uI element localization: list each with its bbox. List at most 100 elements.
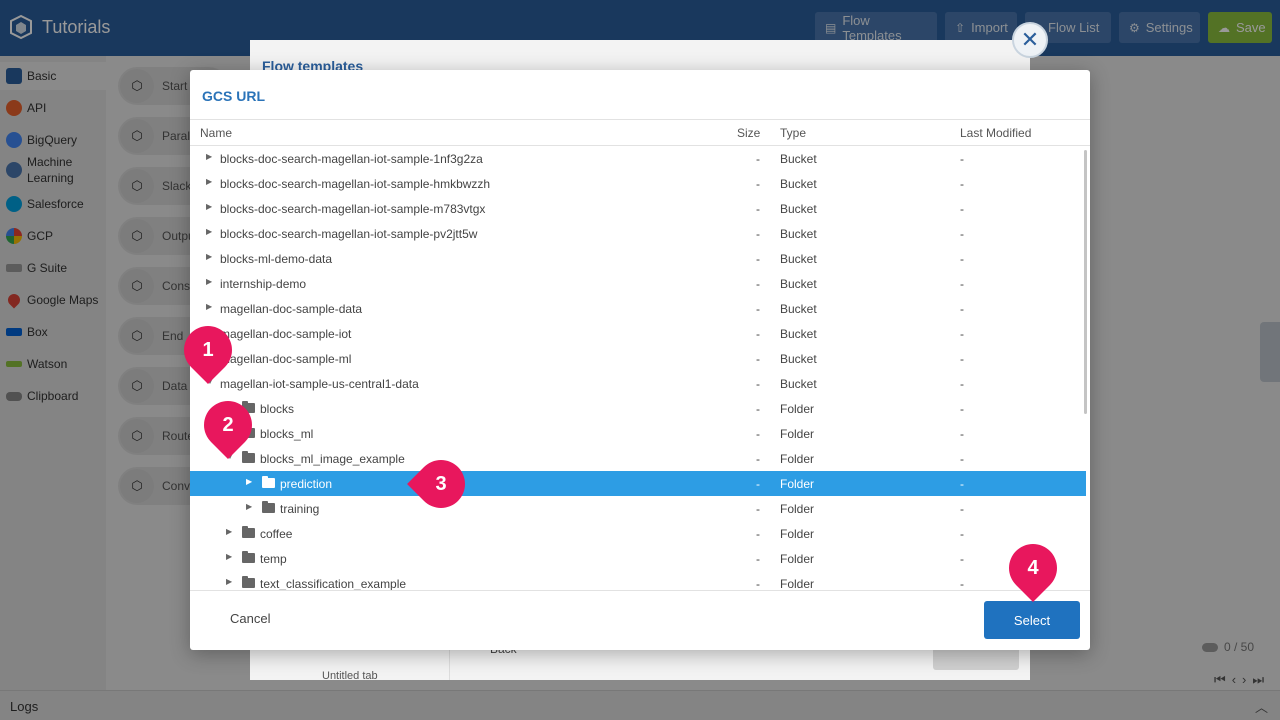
folder-icon <box>242 576 255 588</box>
row-size: - <box>756 177 760 191</box>
expand-caret-icon[interactable]: ▶ <box>206 302 212 311</box>
row-size: - <box>756 452 760 466</box>
close-icon: ✕ <box>1020 27 1040 52</box>
row-type: Bucket <box>780 227 817 241</box>
table-row[interactable]: ▶magellan-doc-sample-iot-Bucket- <box>190 321 1086 346</box>
table-row[interactable]: ▼blocks_ml_image_example-Folder- <box>190 446 1086 471</box>
column-header-name[interactable]: Name <box>200 126 232 140</box>
row-name: blocks-doc-search-magellan-iot-sample-pv… <box>220 227 478 241</box>
row-name: magellan-doc-sample-ml <box>220 352 352 366</box>
expand-caret-icon[interactable]: ▶ <box>206 177 212 186</box>
row-modified: - <box>960 202 964 216</box>
row-type: Bucket <box>780 177 817 191</box>
expand-caret-icon[interactable]: ▶ <box>206 227 212 236</box>
expand-caret-icon[interactable]: ▶ <box>206 277 212 286</box>
row-name: magellan-doc-sample-data <box>220 302 363 316</box>
table-row[interactable]: ▶ internship-demo - Bucket - <box>190 271 1086 296</box>
row-name: prediction <box>280 477 333 491</box>
table-row[interactable]: ▼magellan-iot-sample-us-central1-data-Bu… <box>190 371 1086 396</box>
row-name: blocks_ml_image_example <box>260 452 405 466</box>
table-row[interactable]: ▶blocks_ml-Folder- <box>190 421 1086 446</box>
column-header-size[interactable]: Size <box>737 126 760 140</box>
row-name: magellan-iot-sample-us-central1-data <box>220 377 419 391</box>
scrollbar[interactable] <box>1084 150 1087 414</box>
row-type: Bucket <box>780 327 817 341</box>
table-row[interactable]: ▶ coffee - Folder - <box>190 521 1086 546</box>
expand-caret-icon[interactable]: ▶ <box>246 502 252 511</box>
row-modified: - <box>960 352 964 366</box>
divider <box>190 590 1090 591</box>
row-size: - <box>756 552 760 566</box>
row-size: - <box>756 252 760 266</box>
row-modified: - <box>960 177 964 191</box>
row-type: Bucket <box>780 302 817 316</box>
column-header-type[interactable]: Type <box>780 126 806 140</box>
row-modified: - <box>960 527 964 541</box>
cancel-button[interactable]: Cancel <box>230 611 270 626</box>
close-button[interactable]: ✕ <box>1012 22 1048 58</box>
expand-caret-icon[interactable]: ▶ <box>226 577 232 586</box>
column-header-last-modified[interactable]: Last Modified <box>960 126 1031 140</box>
expand-caret-icon[interactable]: ▶ <box>206 202 212 211</box>
expand-caret-icon[interactable]: ▶ <box>206 252 212 261</box>
table-header: Name Size Type Last Modified <box>190 120 1090 146</box>
row-type: Folder <box>780 427 815 441</box>
expand-caret-icon[interactable]: ▶ <box>226 552 232 561</box>
table-row[interactable]: ▶ text_classification_example - Folder - <box>190 571 1086 596</box>
row-size: - <box>756 352 760 366</box>
callout-number: 3 <box>435 472 447 495</box>
tab-untitled[interactable]: Untitled tab <box>322 670 378 682</box>
expand-caret-icon[interactable]: ▶ <box>246 477 252 486</box>
row-type: Bucket <box>780 277 817 291</box>
row-modified: - <box>960 402 964 416</box>
file-tree: ▶ blocks-doc-search-magellan-iot-sample-1… <box>190 146 1090 660</box>
row-name: blocks_ml <box>260 427 314 441</box>
row-modified: - <box>960 302 964 316</box>
row-modified: - <box>960 152 964 166</box>
row-modified: - <box>960 427 964 441</box>
row-type: Folder <box>780 477 815 491</box>
row-name: blocks-doc-search-magellan-iot-sample-1n… <box>220 152 483 166</box>
row-type: Bucket <box>780 377 817 391</box>
row-size: - <box>756 577 760 591</box>
row-size: - <box>756 327 760 341</box>
row-modified: - <box>960 477 964 491</box>
table-row[interactable]: ▶ blocks-doc-search-magellan-iot-sample-p… <box>190 221 1086 246</box>
row-modified: - <box>960 377 964 391</box>
callout-marker-2: 2 <box>194 391 262 459</box>
table-row[interactable]: ▶ blocks-doc-search-magellan-iot-sample-m… <box>190 196 1086 221</box>
table-row[interactable]: ▶ blocks-doc-search-magellan-iot-sample-h… <box>190 171 1086 196</box>
row-size: - <box>756 377 760 391</box>
folder-icon <box>242 551 255 563</box>
row-modified: - <box>960 327 964 341</box>
callout-marker-3: 3 <box>407 450 475 518</box>
table-row[interactable]: ▶ magellan-doc-sample-data - Bucket - <box>190 296 1086 321</box>
folder-icon <box>242 526 255 538</box>
row-type: Folder <box>780 527 815 541</box>
row-name: coffee <box>260 527 293 541</box>
row-size: - <box>756 152 760 166</box>
row-type: Bucket <box>780 252 817 266</box>
row-modified: - <box>960 552 964 566</box>
table-row[interactable]: ▶blocks-Folder- <box>190 396 1086 421</box>
table-row[interactable]: ▶ blocks-ml-demo-data - Bucket - <box>190 246 1086 271</box>
row-size: - <box>756 502 760 516</box>
table-row[interactable]: ▶ blocks-doc-search-magellan-iot-sample-1… <box>190 146 1086 171</box>
row-name: internship-demo <box>220 277 307 291</box>
row-type: Folder <box>780 502 815 516</box>
row-size: - <box>756 477 760 491</box>
expand-caret-icon[interactable]: ▶ <box>206 152 212 161</box>
folder-icon <box>242 451 255 463</box>
table-row[interactable]: ▶magellan-doc-sample-ml-Bucket- <box>190 346 1086 371</box>
gcs-url-dialog: GCS URL Name Size Type Last Modified ▶ bl… <box>190 70 1090 650</box>
row-name: blocks-doc-search-magellan-iot-sample-hm… <box>220 177 491 191</box>
select-button[interactable]: Select <box>984 601 1080 639</box>
table-row-selected[interactable]: ▶ prediction - Folder - <box>190 471 1086 496</box>
table-row[interactable]: ▶ training - Folder - <box>190 496 1086 521</box>
folder-icon <box>262 501 275 513</box>
row-modified: - <box>960 502 964 516</box>
table-row[interactable]: ▶ temp - Folder - <box>190 546 1086 571</box>
row-type: Bucket <box>780 202 817 216</box>
expand-caret-icon[interactable]: ▶ <box>226 527 232 536</box>
row-name: text_classification_example <box>260 577 407 591</box>
